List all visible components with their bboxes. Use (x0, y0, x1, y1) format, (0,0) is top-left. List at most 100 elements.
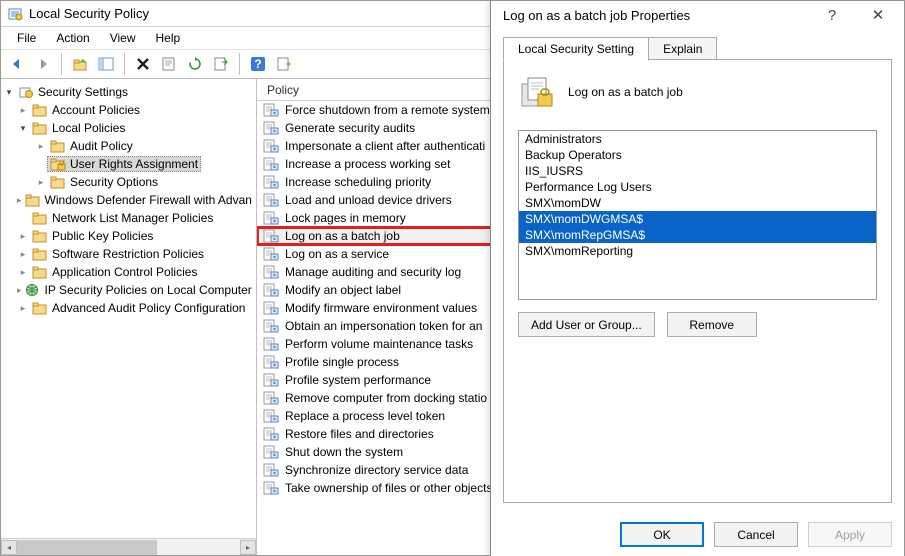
policy-label: Log on as a service (285, 247, 389, 261)
tree-horizontal-scrollbar[interactable]: ◂ ▸ (1, 538, 256, 555)
tree-item[interactable]: IP Security Policies on Local Computer (1, 281, 256, 299)
collapse-icon[interactable] (17, 123, 29, 134)
policy-icon (263, 103, 279, 117)
help-icon[interactable]: ? (818, 7, 846, 24)
scroll-thumb[interactable] (17, 540, 157, 555)
apply-button[interactable]: Apply (808, 522, 892, 547)
tree-root[interactable]: Security Settings (1, 83, 256, 101)
policy-icon (263, 373, 279, 387)
menu-action[interactable]: Action (46, 29, 99, 47)
toolbar-separator (61, 53, 62, 75)
local-security-policy-window: Local Security Policy File Action View H… (0, 0, 905, 556)
expand-icon[interactable] (35, 177, 47, 188)
policy-label: Increase a process working set (285, 157, 450, 171)
policy-icon (263, 445, 279, 459)
app-title: Local Security Policy (29, 6, 149, 21)
dialog-tab-body: Log on as a batch job AdministratorsBack… (503, 59, 892, 503)
up-button[interactable] (68, 52, 92, 76)
folder-icon (50, 157, 66, 171)
action-button[interactable] (272, 52, 296, 76)
policy-label: Force shutdown from a remote system (285, 103, 490, 117)
security-settings-icon (18, 85, 34, 99)
policy-label: Remove computer from docking statio (285, 391, 487, 405)
tree-item[interactable]: Security Options (1, 173, 256, 191)
menu-view[interactable]: View (100, 29, 146, 47)
policy-icon (263, 157, 279, 171)
expand-icon[interactable] (17, 105, 29, 116)
column-policy[interactable]: Policy (267, 83, 299, 97)
ok-button[interactable]: OK (620, 522, 704, 547)
user-group-item[interactable]: SMX\momDW (519, 195, 876, 211)
policy-label: Replace a process level token (285, 409, 445, 423)
delete-button[interactable] (131, 52, 155, 76)
policy-icon (263, 121, 279, 135)
dialog-title: Log on as a batch job Properties (503, 8, 690, 23)
policy-icon (263, 319, 279, 333)
policy-icon (263, 391, 279, 405)
policy-icon (263, 409, 279, 423)
expand-icon[interactable] (17, 231, 29, 242)
user-group-listbox[interactable]: AdministratorsBackup OperatorsIIS_IUSRSP… (518, 130, 877, 300)
user-group-item[interactable]: SMX\momDWGMSA$ (519, 211, 876, 227)
toolbar-separator (124, 53, 125, 75)
dialog-footer: OK Cancel Apply (620, 522, 892, 547)
policy-icon (263, 265, 279, 279)
tree-item-label: Security Options (70, 175, 158, 189)
policy-name: Log on as a batch job (568, 85, 683, 99)
policy-label: Modify an object label (285, 283, 401, 297)
tree-item[interactable]: Windows Defender Firewall with Advan (1, 191, 256, 209)
export-button[interactable] (209, 52, 233, 76)
user-group-item[interactable]: SMX\momReporting (519, 243, 876, 259)
show-hide-tree-button[interactable] (94, 52, 118, 76)
menu-help[interactable]: Help (146, 29, 191, 47)
cancel-button[interactable]: Cancel (714, 522, 798, 547)
tree-item[interactable]: Application Control Policies (1, 263, 256, 281)
scroll-track[interactable] (17, 540, 240, 555)
policy-label: Shut down the system (285, 445, 403, 459)
policy-label: Generate security audits (285, 121, 415, 135)
security-settings-tree[interactable]: Security Settings Account PoliciesLocal … (1, 79, 256, 538)
tree-item[interactable]: Account Policies (1, 101, 256, 119)
back-button[interactable] (5, 52, 29, 76)
policy-icon (263, 283, 279, 297)
tree-item[interactable]: Software Restriction Policies (1, 245, 256, 263)
scroll-right-button[interactable]: ▸ (240, 540, 256, 555)
tree-item[interactable]: Audit Policy (1, 137, 256, 155)
policy-icon (263, 247, 279, 261)
tree-item[interactable]: Network List Manager Policies (1, 209, 256, 227)
help-button[interactable]: ? (246, 52, 270, 76)
user-group-item[interactable]: IIS_IUSRS (519, 163, 876, 179)
forward-button[interactable] (31, 52, 55, 76)
policy-icon (263, 193, 279, 207)
expand-icon[interactable] (17, 249, 29, 260)
user-group-item[interactable]: Administrators (519, 131, 876, 147)
tree-item[interactable]: Advanced Audit Policy Configuration (1, 299, 256, 317)
expand-icon[interactable] (35, 141, 47, 152)
folder-icon (32, 121, 48, 135)
tab-local-security-setting[interactable]: Local Security Setting (503, 37, 649, 61)
dialog-titlebar[interactable]: Log on as a batch job Properties ? ✕ (491, 1, 904, 29)
expand-icon[interactable] (17, 303, 29, 314)
user-group-item[interactable]: SMX\momRepGMSA$ (519, 227, 876, 243)
properties-button[interactable] (157, 52, 181, 76)
tree-item[interactable]: Local Policies (1, 119, 256, 137)
tree-item[interactable]: User Rights Assignment (1, 155, 256, 173)
menu-file[interactable]: File (7, 29, 46, 47)
user-group-item[interactable]: Performance Log Users (519, 179, 876, 195)
tree-item[interactable]: Public Key Policies (1, 227, 256, 245)
policy-label: Load and unload device drivers (285, 193, 452, 207)
policy-label: Lock pages in memory (285, 211, 406, 225)
folder-icon (32, 301, 48, 315)
folder-icon (50, 175, 66, 189)
close-icon[interactable]: ✕ (864, 6, 892, 24)
user-group-item[interactable]: Backup Operators (519, 147, 876, 163)
tree-item-label: User Rights Assignment (70, 157, 198, 171)
expand-icon[interactable] (17, 267, 29, 278)
tab-explain[interactable]: Explain (648, 37, 717, 60)
remove-button[interactable]: Remove (667, 312, 757, 337)
scroll-left-button[interactable]: ◂ (1, 540, 17, 555)
add-user-group-button[interactable]: Add User or Group... (518, 312, 655, 337)
policy-label: Synchronize directory service data (285, 463, 468, 477)
refresh-button[interactable] (183, 52, 207, 76)
expand-icon[interactable] (3, 87, 15, 98)
